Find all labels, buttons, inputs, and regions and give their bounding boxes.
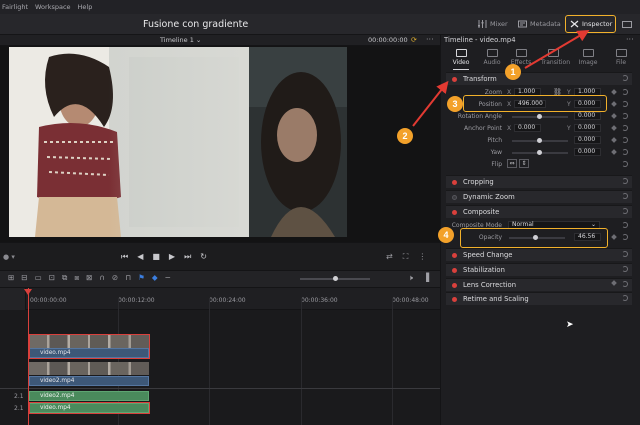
callout-number: 4 [438,227,454,243]
callout-arrow [524,29,590,69]
callout-number: 3 [447,96,463,112]
callout-number: 2 [397,128,413,144]
callout-number: 1 [505,64,521,80]
callout-arrows [412,29,590,127]
callout-arrow [412,80,449,127]
